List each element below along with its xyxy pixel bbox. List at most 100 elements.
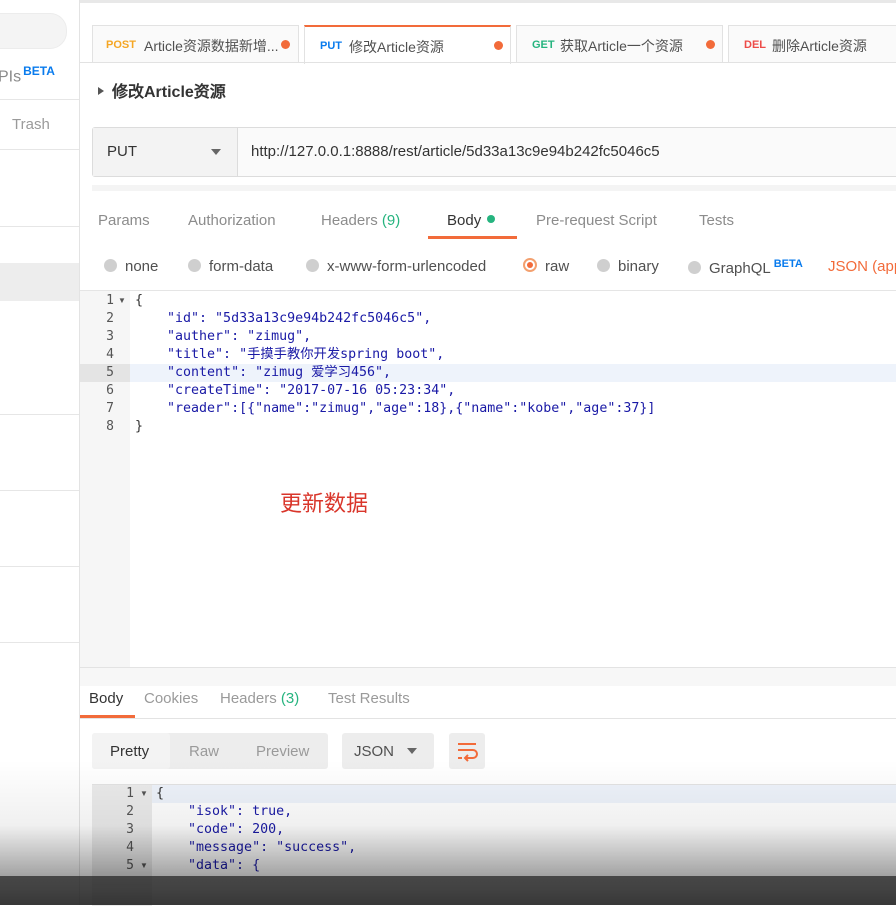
radio-graphql-label: GraphQL: [709, 260, 771, 277]
tab-authorization[interactable]: Authorization: [188, 212, 276, 229]
main-panel: POST Article资源数据新增... PUT 修改Article资源 GE…: [80, 0, 896, 906]
radio-raw-label: raw: [545, 258, 570, 275]
radio-none[interactable]: none: [104, 258, 158, 275]
sidebar-item-trash[interactable]: Trash: [12, 116, 50, 133]
sidebar-search-input[interactable]: [0, 13, 67, 49]
radio-form-data-label: form-data: [209, 258, 274, 275]
chevron-down-icon: [407, 748, 417, 754]
tab-body[interactable]: Body: [447, 212, 496, 229]
divider: [0, 414, 79, 415]
format-preview-button[interactable]: Preview: [256, 743, 309, 760]
tab-response-headers[interactable]: Headers (3): [220, 690, 299, 707]
line-number: 1: [106, 293, 114, 308]
divider: [0, 566, 79, 567]
beta-badge: BETA: [773, 258, 803, 270]
divider: [0, 642, 79, 643]
tab-del-article[interactable]: DEL 删除Article资源: [728, 25, 896, 63]
fold-arrow-icon[interactable]: ▼: [118, 292, 126, 310]
active-line-highlight: [152, 785, 896, 803]
line-number: 2: [106, 311, 114, 326]
code-line: "message": "success",: [156, 840, 357, 855]
beta-badge: BETA: [23, 64, 55, 78]
headers-count: (9): [381, 212, 401, 229]
response-headers-count: (3): [280, 690, 300, 707]
unsaved-dot-icon: [494, 41, 503, 50]
code-line: "createTime": "2017-07-16 05:23:34",: [135, 383, 456, 398]
divider: [0, 99, 79, 100]
radio-form-data[interactable]: form-data: [188, 258, 273, 275]
line-number: 5: [106, 365, 114, 380]
url-bar-shadow: [92, 185, 896, 191]
line-number: 6: [106, 383, 114, 398]
response-tabs: Body Cookies Headers (3) Test Results: [80, 688, 896, 718]
fold-arrow-icon[interactable]: ▼: [140, 857, 148, 875]
line-number: 4: [126, 840, 134, 855]
tab-post-article[interactable]: POST Article资源数据新增...: [92, 25, 299, 63]
tab-response-headers-label: Headers: [220, 690, 277, 707]
sidebar-item-apis[interactable]: PIs BETA: [0, 64, 55, 86]
tab-title: 获取Article一个资源: [560, 38, 683, 54]
request-name-label: 修改Article资源: [112, 84, 226, 101]
request-name[interactable]: 修改Article资源: [98, 78, 226, 102]
tab-get-article[interactable]: GET 获取Article一个资源: [516, 25, 723, 63]
code-line: "content": "zimug 爱学习456",: [135, 365, 392, 380]
url-input[interactable]: http://127.0.0.1:8888/rest/article/5d33a…: [251, 143, 660, 160]
code-line: "auther": "zimug",: [135, 329, 312, 344]
code-line: {: [156, 786, 165, 801]
divider: [0, 149, 79, 150]
divider: [80, 62, 896, 63]
language-select[interactable]: JSON (app: [828, 258, 896, 275]
player-control-bar: [0, 876, 896, 905]
line-number: 5: [126, 858, 134, 873]
tab-params[interactable]: Params: [98, 212, 150, 229]
unsaved-dot-icon: [281, 40, 290, 49]
code-line: "isok": true,: [156, 804, 293, 819]
divider: [0, 490, 79, 491]
wrap-lines-icon: [458, 743, 478, 762]
radio-urlencoded[interactable]: x-www-form-urlencoded: [306, 258, 486, 275]
radio-raw[interactable]: raw: [523, 258, 569, 275]
active-dot-icon: [487, 215, 496, 223]
tab-method: POST: [106, 39, 136, 51]
tab-test-results[interactable]: Test Results: [328, 690, 410, 707]
chevron-down-icon: [211, 149, 221, 155]
format-pretty-label: Pretty: [110, 743, 150, 760]
response-format-group: Pretty Raw Preview: [92, 733, 328, 769]
code-line: "id": "5d33a13c9e94b242fc5046c5",: [135, 311, 432, 326]
method-select[interactable]: PUT: [93, 128, 238, 176]
radio-binary[interactable]: binary: [597, 258, 659, 275]
tab-tests[interactable]: Tests: [699, 212, 734, 229]
radio-graphql[interactable]: GraphQL BETA: [688, 258, 803, 277]
tab-title: Article资源数据新增...: [144, 38, 279, 54]
radio-selected-icon: [523, 258, 537, 272]
sidebar-selected-item[interactable]: [0, 263, 79, 301]
fold-arrow-icon[interactable]: ▼: [140, 785, 148, 803]
response-divider[interactable]: [80, 667, 896, 686]
tab-cookies[interactable]: Cookies: [144, 690, 198, 707]
line-number: 8: [106, 419, 114, 434]
response-language-select[interactable]: JSON: [342, 733, 434, 769]
tab-put-article[interactable]: PUT 修改Article资源: [304, 25, 511, 64]
line-number: 4: [106, 347, 114, 362]
tab-prerequest-script[interactable]: Pre-request Script: [536, 212, 657, 229]
divider: [0, 226, 79, 227]
tab-method: DEL: [744, 39, 766, 51]
tab-response-body[interactable]: Body: [89, 690, 123, 707]
radio-circle-icon: [188, 259, 201, 272]
tab-method: PUT: [320, 40, 342, 52]
radio-urlencoded-label: x-www-form-urlencoded: [327, 258, 487, 275]
active-tab-underline: [428, 236, 517, 239]
line-number: 3: [126, 822, 134, 837]
request-body-editor[interactable]: 1 ▼ 2 3 4 5 6 7 8 { "id": "5d33a13c9e94b…: [80, 290, 896, 668]
code-line: "title": "手摸手教你开发spring boot",: [135, 347, 445, 362]
code-line: "reader":[{"name":"zimug","age":18},{"na…: [135, 401, 656, 416]
tab-body-label: Body: [447, 212, 482, 229]
format-raw-button[interactable]: Raw: [189, 743, 219, 760]
url-bar: PUT http://127.0.0.1:8888/rest/article/5…: [92, 127, 896, 177]
wrap-lines-button[interactable]: [449, 733, 485, 769]
code-line: {: [135, 293, 144, 308]
caret-right-icon[interactable]: [98, 87, 104, 95]
tab-headers[interactable]: Headers (9): [321, 212, 400, 229]
radio-circle-icon: [306, 259, 319, 272]
tab-headers-label: Headers: [321, 212, 378, 229]
